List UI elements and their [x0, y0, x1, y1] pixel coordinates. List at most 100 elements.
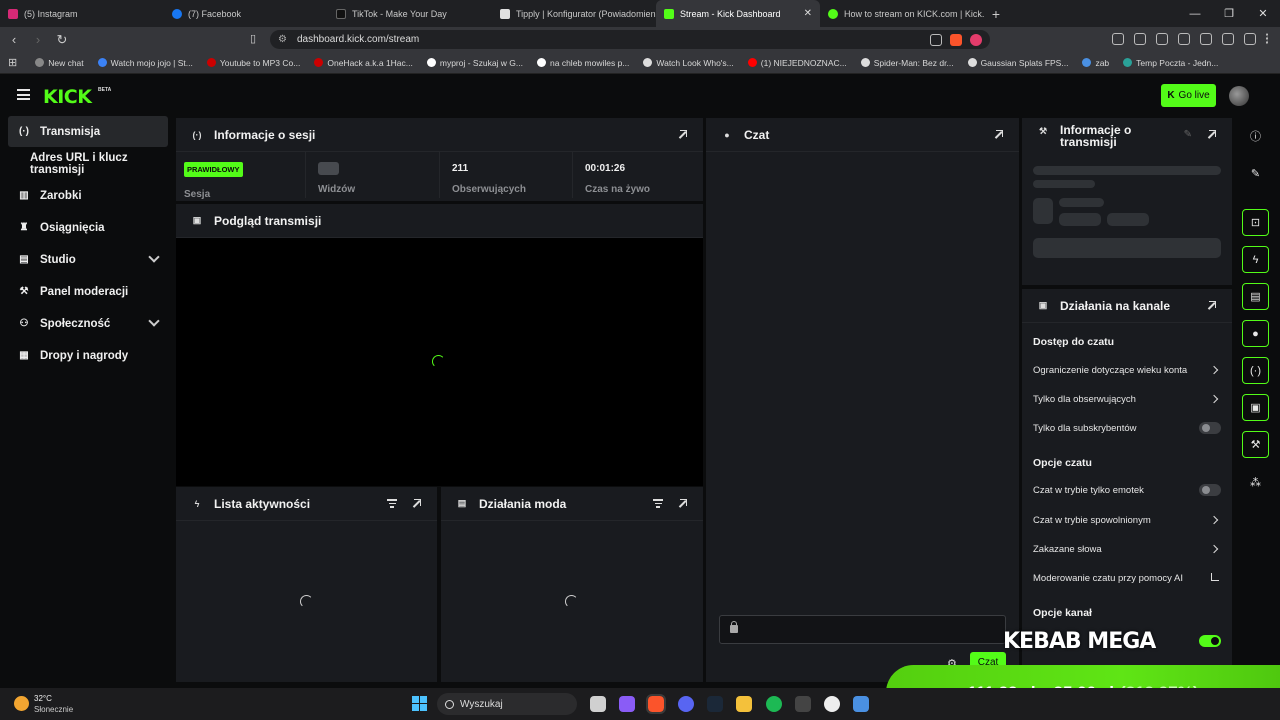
wrench-icon[interactable]: ⚒ [1242, 431, 1269, 458]
steam-icon[interactable] [707, 696, 723, 712]
chat-input[interactable] [719, 615, 1006, 644]
app-icon[interactable] [795, 696, 811, 712]
loading-spinner-icon [565, 595, 578, 608]
bookmark-item[interactable]: Gaussian Splats FPS... [967, 58, 1068, 68]
filter-icon[interactable] [653, 499, 663, 508]
edit-icon[interactable]: ✎ [1242, 160, 1269, 187]
expand-icon[interactable] [411, 499, 421, 509]
expand-icon[interactable] [1206, 301, 1216, 311]
banned-words-row[interactable]: Zakazane słowa [1033, 544, 1223, 555]
close-tab-icon[interactable]: ✕ [804, 8, 812, 19]
bookmark-item[interactable]: (1) NIEJEDNOZNAC... [747, 58, 847, 68]
edit-icon[interactable]: ✎ [1184, 129, 1192, 140]
sidebar-item-panel-moderacji[interactable]: ⚒ Panel moderacji [8, 276, 168, 307]
chevron-down-icon[interactable] [148, 315, 160, 327]
obs-icon[interactable] [824, 696, 840, 712]
bookmark-item[interactable]: zab [1082, 58, 1109, 68]
chat-header: ● Czat [706, 118, 1019, 152]
more-widgets-icon[interactable]: ⁂ [1242, 469, 1269, 496]
leo-icon[interactable] [1222, 33, 1234, 45]
extension-icon[interactable] [1112, 33, 1124, 45]
channel-option-toggle[interactable] [1199, 635, 1221, 647]
close-window-icon[interactable]: ✕ [1246, 0, 1280, 27]
bookmark-item[interactable]: OneHack a.k.a 1Hac... [314, 58, 413, 68]
sidebar-item-stream-url-key[interactable]: Adres URL i klucz transmisji [8, 148, 176, 179]
sidebar-item-studio[interactable]: ▤ Studio [8, 244, 168, 275]
filter-icon[interactable] [387, 499, 397, 508]
tab-instagram[interactable]: (5) Instagram [0, 0, 164, 27]
sidebar-toggle-icon[interactable] [1178, 33, 1190, 45]
forward-icon[interactable]: › [28, 32, 48, 47]
discord-icon[interactable] [678, 696, 694, 712]
reload-icon[interactable]: ↻ [52, 32, 72, 48]
bookmark-item[interactable]: New chat [35, 58, 84, 68]
taskbar-search[interactable]: Wyszukaj [437, 693, 577, 715]
site-info-icon[interactable]: ⚙ [278, 34, 287, 45]
expand-icon[interactable] [993, 130, 1003, 140]
menu-icon[interactable] [1266, 33, 1270, 45]
chevron-down-icon[interactable] [148, 251, 160, 263]
slow-mode-row[interactable]: Czat w trybie spowolnionym [1033, 515, 1223, 526]
url-field[interactable]: ⚙ dashboard.kick.com/stream [270, 30, 990, 49]
brave-shield-icon[interactable] [950, 33, 962, 46]
brave-icon[interactable] [646, 694, 666, 714]
followers-only-row[interactable]: Tylko dla obserwujących [1033, 394, 1223, 405]
channel-actions-icon[interactable]: ▣ [1242, 394, 1269, 421]
bookmark-item[interactable]: Spider-Man: Bez dr... [860, 58, 954, 68]
weather-widget[interactable]: 32°C Słonecznie [14, 693, 94, 715]
sidebar-item-spolecznosc[interactable]: ⚇ Społeczność [8, 308, 168, 339]
media-icon[interactable] [1156, 33, 1168, 45]
sidebar-item-zarobki[interactable]: ▥ Zarobki [8, 180, 168, 211]
hamburger-menu-icon[interactable] [17, 89, 30, 100]
copilot-icon[interactable] [619, 696, 635, 712]
bookmark-item[interactable]: Temp Poczta - Jedn... [1123, 58, 1218, 68]
sidebar-item-label: Społeczność [40, 317, 111, 330]
expand-icon[interactable] [677, 499, 687, 509]
tab-tiktok[interactable]: TikTok - Make Your Day [328, 0, 492, 27]
info-icon[interactable]: ⓘ [1242, 122, 1269, 149]
brave-rewards-icon[interactable] [970, 33, 982, 46]
broadcast-icon[interactable]: (·) [1242, 357, 1269, 384]
bookmark-item[interactable]: Watch Look Who's... [643, 58, 734, 68]
sidebar-item-osiagniecia[interactable]: ♜ Osiągnięcia [8, 212, 168, 243]
ai-moderation-row[interactable]: Moderowanie czatu przy pomocy AI [1033, 573, 1223, 584]
subscribers-only-toggle[interactable] [1199, 422, 1221, 434]
windows-start-icon[interactable] [412, 696, 427, 711]
chat-bubble-icon[interactable]: ● [1242, 320, 1269, 347]
tab-facebook[interactable]: (7) Facebook [164, 0, 328, 27]
minimize-icon[interactable]: — [1178, 0, 1212, 27]
tab-tipply[interactable]: Tipply | Konfigurator (Powiadomienia) [492, 0, 656, 27]
camera-focus-icon[interactable]: ⊡ [1242, 209, 1269, 236]
wallet-icon[interactable] [1200, 33, 1212, 45]
expand-icon[interactable] [1206, 130, 1216, 140]
clipboard-icon[interactable]: ▤ [1242, 283, 1269, 310]
apps-grid-icon[interactable]: ⊞ [8, 56, 17, 69]
sidebar-item-dropy[interactable]: ▦ Dropy i nagrody [8, 340, 168, 371]
tab-kick-help[interactable]: How to stream on KICK.com | Kick.co [820, 0, 984, 27]
tab-label: Tipply | Konfigurator (Powiadomienia) [516, 8, 656, 19]
bookmark-item[interactable]: Youtube to MP3 Co... [206, 58, 300, 68]
expand-icon[interactable] [677, 130, 687, 140]
kick-logo[interactable]: KICK [43, 86, 92, 108]
maximize-icon[interactable]: ❐ [1212, 0, 1246, 27]
age-restriction-row[interactable]: Ograniczenie dotyczące wieku konta [1033, 365, 1223, 376]
new-tab-button[interactable]: + [984, 0, 1008, 27]
tab-kick-dashboard[interactable]: Stream - Kick Dashboard ✕ [656, 0, 820, 27]
vpn-icon[interactable] [1244, 33, 1256, 45]
extension-icon[interactable] [1134, 33, 1146, 45]
spotify-icon[interactable] [766, 696, 782, 712]
lightning-icon[interactable]: ϟ [1242, 246, 1269, 273]
task-view-icon[interactable] [590, 696, 606, 712]
emote-only-toggle[interactable] [1199, 484, 1221, 496]
bookmark-item[interactable]: Watch mojo jojo | St... [97, 58, 193, 68]
file-explorer-icon[interactable] [736, 696, 752, 712]
app-icon[interactable] [853, 696, 869, 712]
avatar[interactable] [1229, 86, 1249, 106]
share-icon[interactable] [930, 33, 942, 46]
bookmark-item[interactable]: myproj - Szukaj w G... [426, 58, 523, 68]
back-icon[interactable]: ‹ [4, 32, 24, 47]
go-live-button[interactable]: K Go live [1161, 84, 1216, 107]
bookmark-item[interactable]: na chleb mowiles p... [537, 58, 629, 68]
sidebar-item-transmisja[interactable]: (·) Transmisja [8, 116, 168, 147]
bookmark-icon[interactable]: ▯ [250, 32, 256, 45]
